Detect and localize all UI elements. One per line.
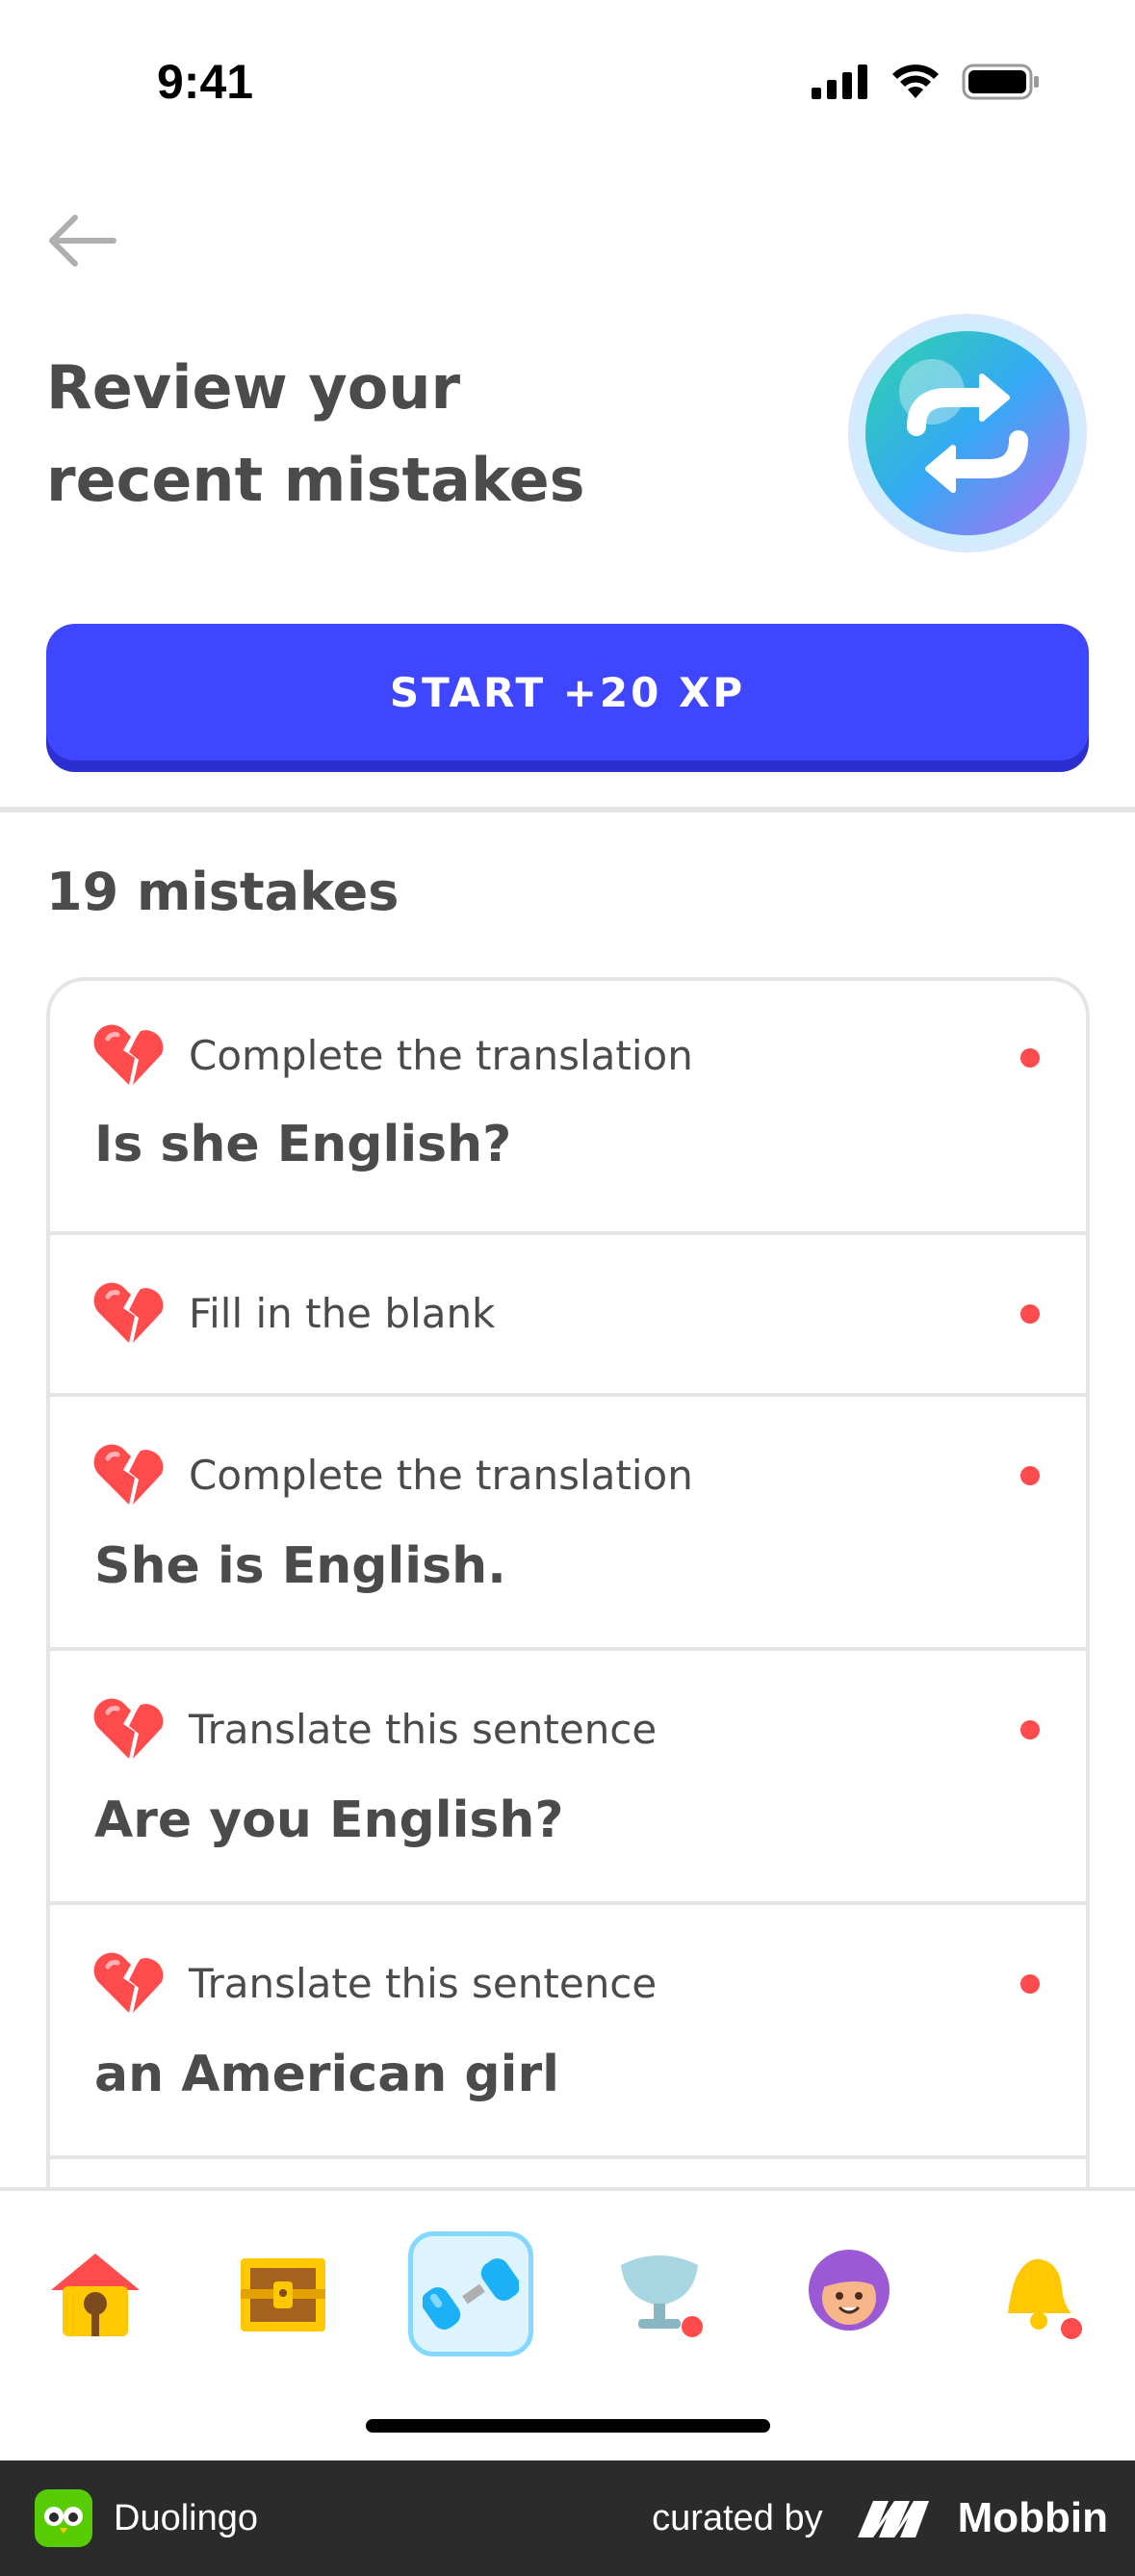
treasure-chest-icon xyxy=(241,2258,325,2331)
title-line-2: recent mistakes xyxy=(46,445,585,515)
home-icon xyxy=(51,2254,140,2336)
list-item[interactable]: Translate this sentence an American girl xyxy=(50,1905,1086,2159)
leaderboard-trophy-icon xyxy=(621,2255,703,2337)
back-button[interactable] xyxy=(46,212,117,270)
notifications-bell-icon xyxy=(1008,2258,1082,2339)
list-item[interactable]: Fill in the blank xyxy=(50,1235,1086,1397)
item-sentence: an American girl xyxy=(94,2046,559,2103)
broken-heart-icon xyxy=(93,1952,164,2013)
wifi-icon xyxy=(892,64,939,98)
mobbin-brand: Mobbin xyxy=(856,2494,1108,2542)
item-type: Fill in the blank xyxy=(189,1289,496,1337)
unread-dot xyxy=(1020,1974,1040,1994)
home-indicator xyxy=(366,2419,770,2433)
unread-dot xyxy=(1020,1048,1040,1068)
item-type: Complete the translation xyxy=(189,1031,693,1079)
mistakes-list: Complete the translation Is she English?… xyxy=(46,977,1090,2190)
broken-heart-icon xyxy=(93,1024,164,1085)
tab-home[interactable] xyxy=(33,2231,158,2357)
tab-leaderboard[interactable] xyxy=(597,2231,722,2357)
status-bar: 9:41 xyxy=(0,0,1135,164)
cellular-signal-icon xyxy=(812,64,867,99)
duolingo-logo-icon xyxy=(35,2489,92,2547)
item-sentence: Is she English? xyxy=(94,1116,512,1173)
mobbin-name: Mobbin xyxy=(957,2494,1108,2541)
status-icons xyxy=(812,64,1041,100)
list-item[interactable] xyxy=(50,2159,1086,2190)
mobbin-footer: Duolingo curated by Mobbin xyxy=(0,2460,1135,2576)
mobbin-logo-icon xyxy=(857,2501,929,2537)
curated-by: curated by Mobbin xyxy=(652,2494,1108,2542)
item-type: Complete the translation xyxy=(189,1451,693,1499)
unread-dot xyxy=(1020,1466,1040,1485)
item-type: Translate this sentence xyxy=(189,1959,658,2007)
app-name: Duolingo xyxy=(114,2497,258,2538)
review-refresh-icon xyxy=(847,313,1088,554)
start-button[interactable]: START +20 XP xyxy=(46,624,1089,760)
practice-dumbbell-icon xyxy=(423,2258,519,2330)
tab-chest[interactable] xyxy=(220,2231,346,2357)
broken-heart-icon xyxy=(93,1444,164,1505)
profile-avatar-icon xyxy=(809,2250,890,2331)
page-title: Review your recent mistakes xyxy=(46,342,720,527)
arrow-left-icon xyxy=(49,215,116,267)
mistakes-count: 19 mistakes xyxy=(46,862,400,922)
broken-heart-icon xyxy=(93,1282,164,1343)
curated-by-label: curated by xyxy=(652,2497,823,2538)
tab-notifications[interactable] xyxy=(974,2231,1099,2357)
app-brand: Duolingo xyxy=(35,2489,258,2547)
list-item[interactable]: Translate this sentence Are you English? xyxy=(50,1651,1086,1905)
status-time: 9:41 xyxy=(157,55,254,109)
item-sentence: She is English. xyxy=(94,1537,506,1595)
section-divider xyxy=(0,807,1135,812)
unread-dot xyxy=(1020,1720,1040,1739)
list-item[interactable]: Complete the translation She is English. xyxy=(50,1397,1086,1651)
tab-practice[interactable] xyxy=(408,2231,533,2357)
list-item[interactable]: Complete the translation Is she English? xyxy=(50,981,1086,1235)
unread-dot xyxy=(1020,1304,1040,1324)
item-sentence: Are you English? xyxy=(94,1791,564,1849)
item-type: Translate this sentence xyxy=(189,1705,658,1753)
broken-heart-icon xyxy=(93,1698,164,1759)
tab-profile[interactable] xyxy=(787,2231,912,2357)
battery-icon xyxy=(962,64,1039,100)
title-line-1: Review your xyxy=(46,352,461,423)
